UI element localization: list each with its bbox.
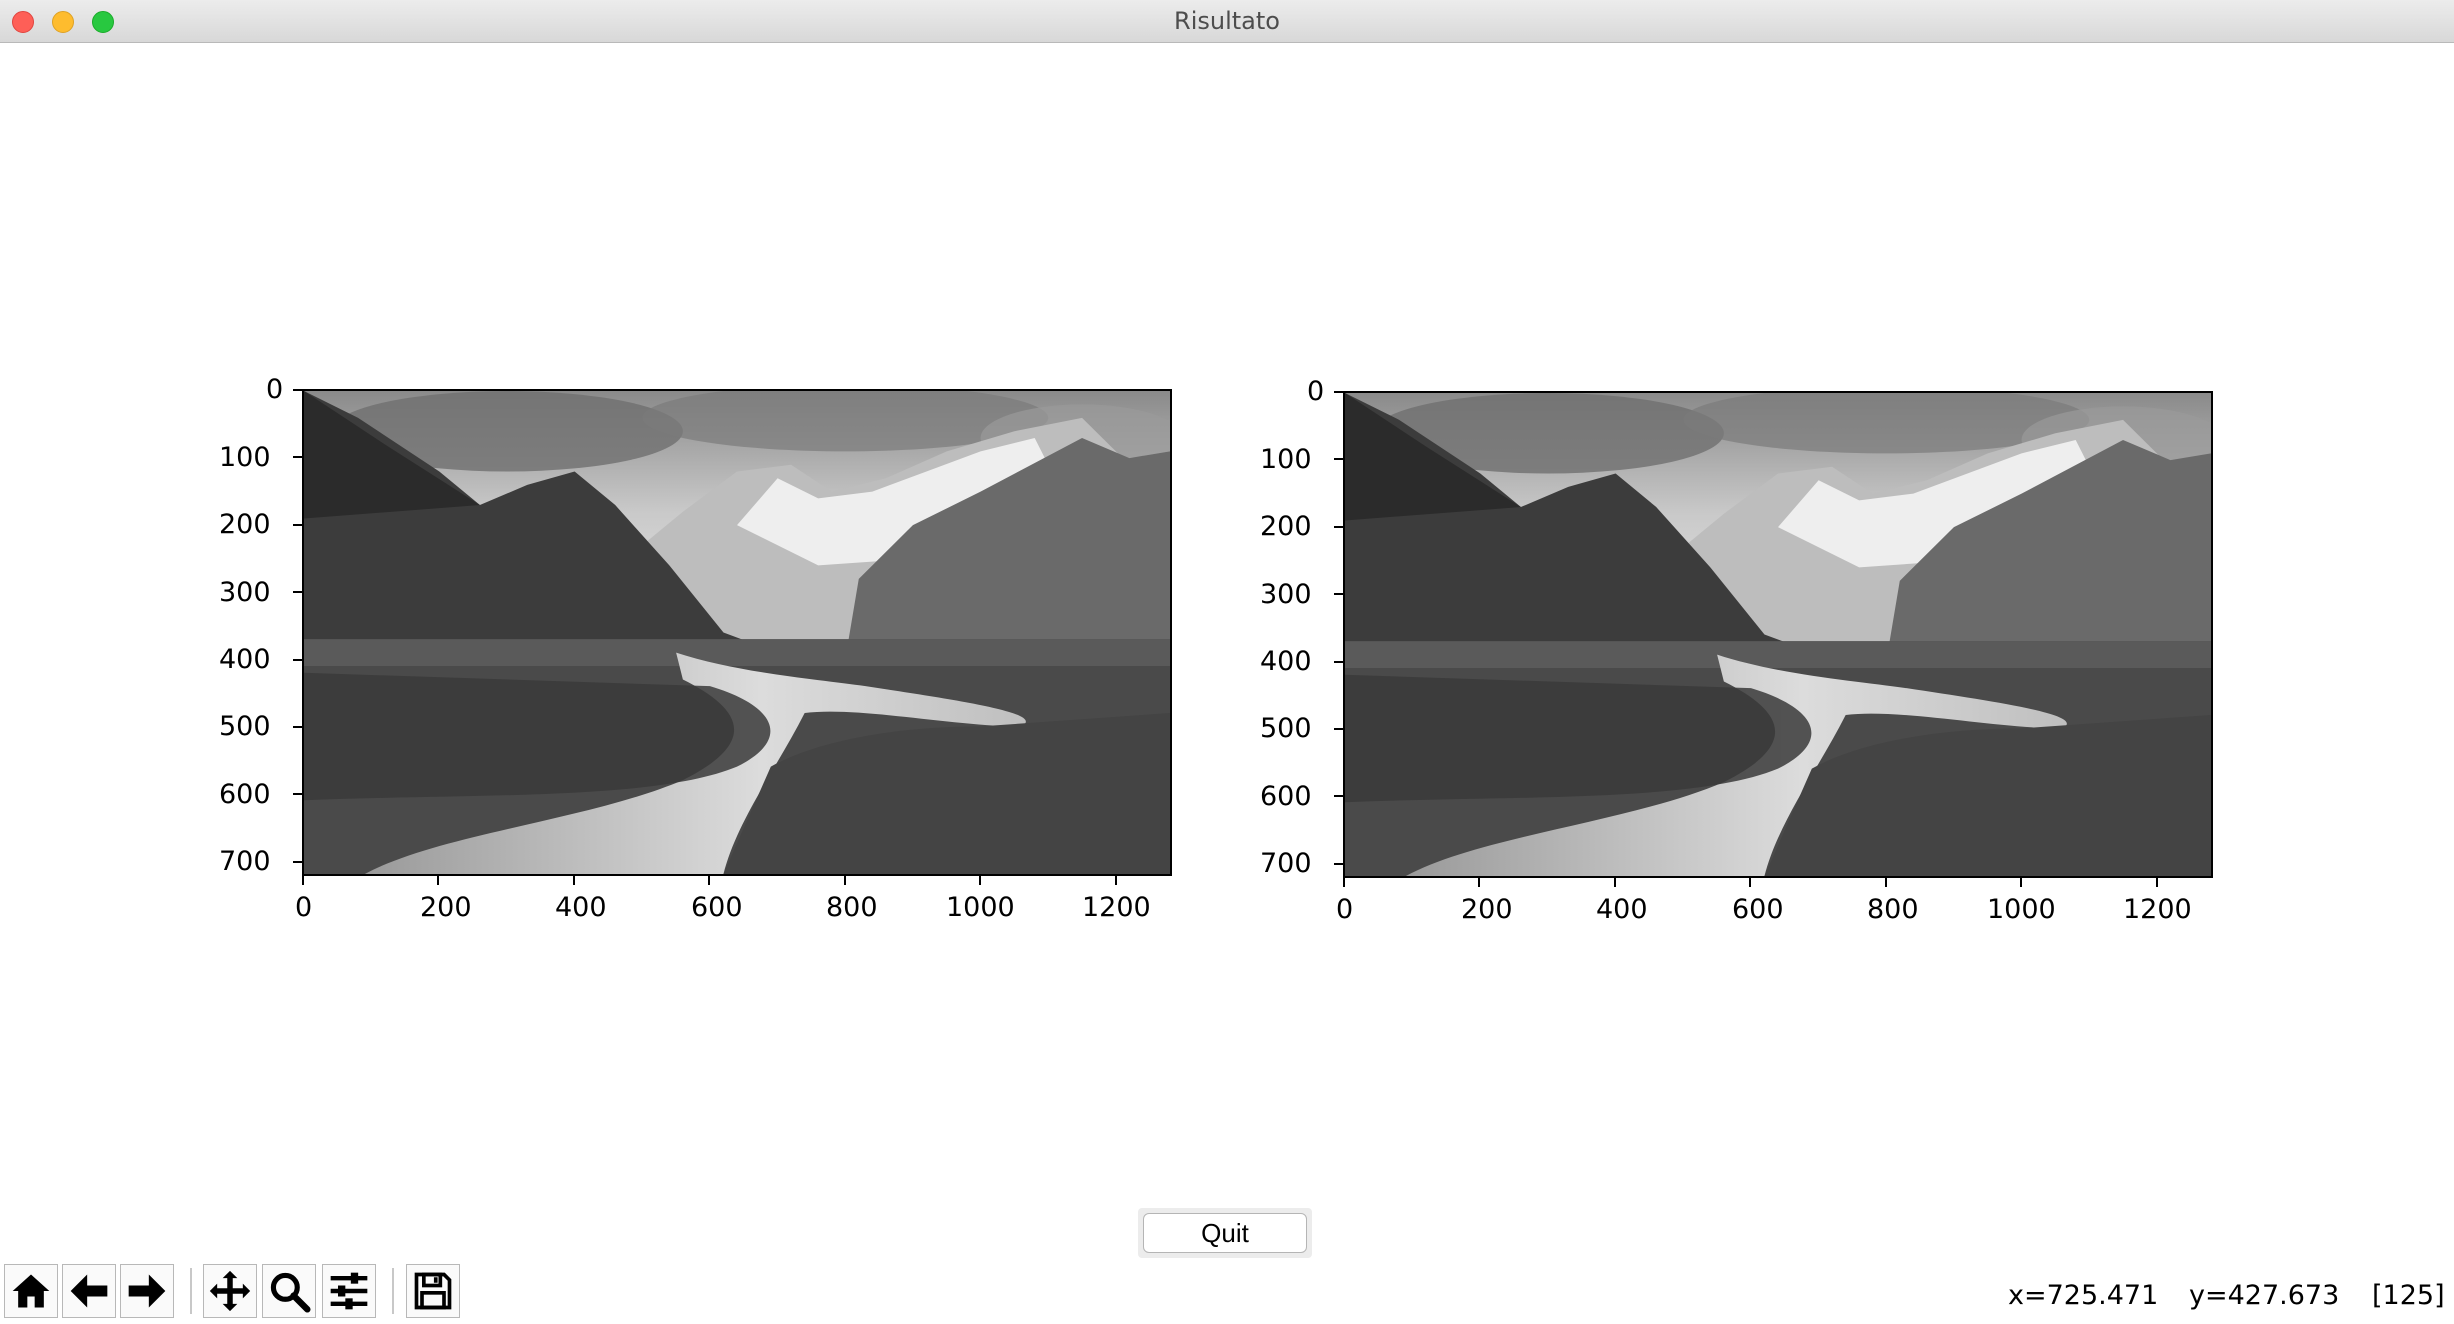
home-icon — [12, 1274, 50, 1308]
y-tick-mark — [1334, 391, 1343, 393]
x-tick-label: 800 — [1867, 894, 1919, 925]
toolbar-separator — [392, 1268, 394, 1314]
y-tick-mark — [293, 793, 302, 795]
x-tick-label: 600 — [1732, 894, 1784, 925]
zoom-button[interactable] — [262, 1264, 316, 1318]
x-tick-mark — [1614, 878, 1616, 887]
y-tick-label: 100 — [1260, 444, 1312, 475]
y-tick-label: 600 — [219, 779, 271, 810]
landscape-image-right — [1345, 393, 2211, 876]
y-tick-label: 200 — [1260, 511, 1312, 542]
x-tick-mark — [1885, 878, 1887, 887]
x-tick-mark — [302, 876, 304, 885]
y-tick-label: 300 — [219, 577, 271, 608]
right-image-axes[interactable] — [1343, 391, 2213, 878]
y-tick-label: 300 — [1260, 579, 1312, 610]
title-bar: Risultato — [0, 0, 2454, 43]
back-arrow-icon — [70, 1274, 108, 1308]
y-tick-label: 400 — [219, 644, 271, 675]
x-tick-mark — [437, 876, 439, 885]
x-tick-label: 400 — [1596, 894, 1648, 925]
x-tick-label: 800 — [826, 892, 878, 923]
app-window: Risultato 0 100 200 300 400 500 600 700 … — [0, 0, 2454, 1324]
x-tick-mark — [2156, 878, 2158, 887]
x-tick-mark — [979, 876, 981, 885]
quit-button-container: Quit — [1138, 1208, 1312, 1258]
x-tick-label: 600 — [691, 892, 743, 923]
y-tick-label: 500 — [219, 711, 271, 742]
y-tick-label: 0 — [1307, 376, 1325, 407]
x-tick-label: 200 — [1461, 894, 1513, 925]
y-tick-label: 400 — [1260, 646, 1312, 677]
y-tick-label: 0 — [266, 374, 284, 405]
save-icon — [414, 1272, 452, 1310]
x-tick-mark — [844, 876, 846, 885]
y-tick-mark — [1334, 593, 1343, 595]
y-tick-mark — [293, 726, 302, 728]
y-tick-mark — [293, 389, 302, 391]
y-tick-mark — [293, 659, 302, 661]
back-button[interactable] — [62, 1264, 116, 1318]
y-tick-mark — [293, 456, 302, 458]
configure-subplots-button[interactable] — [322, 1264, 376, 1318]
y-tick-mark — [293, 861, 302, 863]
y-tick-label: 700 — [1260, 848, 1312, 879]
cursor-y-readout: y=427.673 — [2189, 1280, 2340, 1311]
left-image-axes[interactable] — [302, 389, 1172, 876]
y-tick-mark — [1334, 795, 1343, 797]
x-tick-mark — [1115, 876, 1117, 885]
y-tick-label: 700 — [219, 846, 271, 877]
y-tick-label: 100 — [219, 442, 271, 473]
x-tick-label: 0 — [295, 892, 313, 923]
zoom-icon — [270, 1272, 311, 1313]
x-tick-label: 1000 — [1987, 894, 2056, 925]
x-tick-mark — [708, 876, 710, 885]
x-tick-mark — [1478, 878, 1480, 887]
y-tick-label: 600 — [1260, 781, 1312, 812]
y-tick-mark — [1334, 458, 1343, 460]
figure-canvas[interactable]: 0 100 200 300 400 500 600 700 0 200 400 … — [0, 44, 2454, 1209]
x-tick-mark — [2020, 878, 2022, 887]
x-tick-label: 1000 — [946, 892, 1015, 923]
quit-button[interactable]: Quit — [1143, 1213, 1307, 1253]
navigation-toolbar: x=725.471 y=427.673 [125] — [0, 1258, 2454, 1324]
y-tick-mark — [1334, 728, 1343, 730]
window-title: Risultato — [1174, 7, 1280, 35]
x-tick-label: 0 — [1336, 894, 1354, 925]
y-tick-mark — [1334, 661, 1343, 663]
y-tick-mark — [293, 524, 302, 526]
x-tick-mark — [1749, 878, 1751, 887]
forward-arrow-icon — [128, 1274, 166, 1308]
save-button[interactable] — [406, 1264, 460, 1318]
x-tick-mark — [1343, 878, 1345, 887]
y-tick-mark — [293, 591, 302, 593]
y-tick-mark — [1334, 526, 1343, 528]
subplots-config-icon — [330, 1272, 368, 1310]
x-tick-label: 1200 — [1082, 892, 1151, 923]
x-tick-label: 200 — [420, 892, 472, 923]
home-button[interactable] — [4, 1264, 58, 1318]
forward-button[interactable] — [120, 1264, 174, 1318]
x-tick-mark — [573, 876, 575, 885]
y-tick-mark — [1334, 863, 1343, 865]
pan-button[interactable] — [203, 1264, 257, 1318]
cursor-x-readout: x=725.471 — [2008, 1280, 2159, 1311]
landscape-image-left — [304, 391, 1170, 874]
x-tick-label: 400 — [555, 892, 607, 923]
toolbar-separator — [190, 1268, 192, 1314]
pan-icon — [209, 1270, 251, 1312]
y-tick-label: 200 — [219, 509, 271, 540]
x-tick-label: 1200 — [2123, 894, 2192, 925]
y-tick-label: 500 — [1260, 713, 1312, 744]
pixel-value-readout: [125] — [2372, 1280, 2445, 1311]
